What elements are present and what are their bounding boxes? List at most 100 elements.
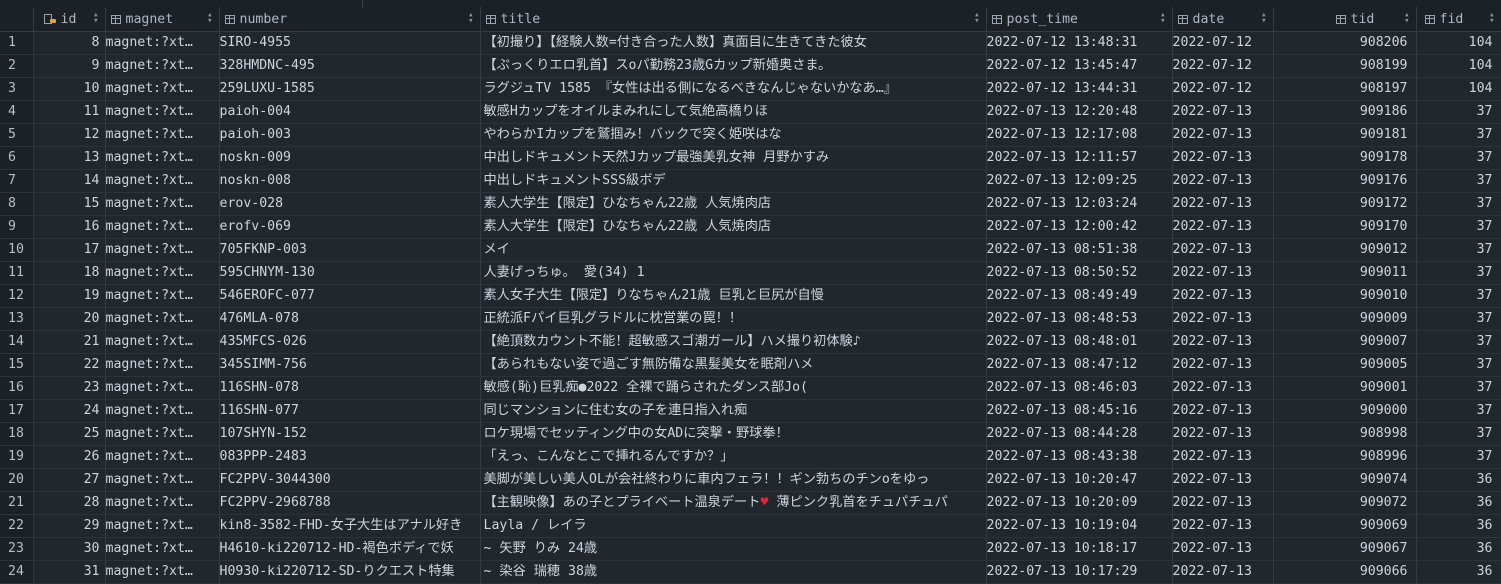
sort-toggle-icon[interactable]: ▴ ▾ xyxy=(207,11,212,26)
cell-magnet[interactable]: magnet:?xt… xyxy=(105,31,220,55)
cell-magnet[interactable]: magnet:?xt… xyxy=(105,307,220,331)
cell-number[interactable]: 116SHN-078 xyxy=(219,376,481,400)
cell-id[interactable]: 26 xyxy=(33,445,106,469)
table-row[interactable]: 9 16 magnet:?xt… erofv-069 素人大学生【限定】ひなちゃん22歳… xyxy=(0,215,1501,239)
column-header-title[interactable]: title ▴ ▾ xyxy=(480,7,987,32)
cell-fid[interactable]: 37 xyxy=(1416,376,1501,400)
cell-tid[interactable]: 909005 xyxy=(1273,353,1417,377)
sort-toggle-icon[interactable]: ▴ ▾ xyxy=(1261,11,1266,26)
table-row[interactable]: 3 10 magnet:?xt… 259LUXU-1585 ラグジュTV 1585 『女… xyxy=(0,77,1501,101)
cell-date[interactable]: 2022-07-13 xyxy=(1172,422,1274,446)
cell-fid[interactable]: 36 xyxy=(1416,560,1501,584)
cell-number[interactable]: FC2PPV-2968788 xyxy=(219,491,481,515)
cell-title[interactable]: 【初撮り】【経験人数=付き合った人数】真面目に生きてきた彼女 xyxy=(480,31,987,55)
cell-magnet[interactable]: magnet:?xt… xyxy=(105,468,220,492)
cell-tid[interactable]: 909007 xyxy=(1273,330,1417,354)
cell-fid[interactable]: 37 xyxy=(1416,215,1501,239)
cell-id[interactable]: 12 xyxy=(33,123,106,147)
table-row[interactable]: 4 11 magnet:?xt… paioh-004 敏感Hカップをオイルまみれにして気… xyxy=(0,100,1501,124)
cell-post-time[interactable]: 2022-07-13 10:18:17 xyxy=(986,537,1173,561)
cell-magnet[interactable]: magnet:?xt… xyxy=(105,537,220,561)
cell-id[interactable]: 13 xyxy=(33,146,106,170)
cell-title[interactable]: 素人女子大生【限定】りなちゃん21歳 巨乳と巨尻が自慢 xyxy=(480,284,987,308)
cell-id[interactable]: 10 xyxy=(33,77,106,101)
cell-magnet[interactable]: magnet:?xt… xyxy=(105,261,220,285)
cell-fid[interactable]: 37 xyxy=(1416,399,1501,423)
cell-id[interactable]: 23 xyxy=(33,376,106,400)
sort-toggle-icon[interactable]: ▴ ▾ xyxy=(1404,11,1409,26)
cell-tid[interactable]: 909072 xyxy=(1273,491,1417,515)
table-row[interactable]: 11 18 magnet:?xt… 595CHNYM-130 人妻げっちゅ。 愛(34)… xyxy=(0,261,1501,285)
cell-fid[interactable]: 37 xyxy=(1416,330,1501,354)
table-row[interactable]: 5 12 magnet:?xt… paioh-003 やわらかIカップを鷲掴み！バックで… xyxy=(0,123,1501,147)
cell-post-time[interactable]: 2022-07-13 08:47:12 xyxy=(986,353,1173,377)
cell-date[interactable]: 2022-07-12 xyxy=(1172,31,1274,55)
cell-title[interactable]: やわらかIカップを鷲掴み！バックで突く姫咲はな xyxy=(480,123,987,147)
cell-date[interactable]: 2022-07-13 xyxy=(1172,238,1274,262)
cell-number[interactable]: H4610-ki220712-HD-褐色ボディで妖 xyxy=(219,537,481,561)
cell-post-time[interactable]: 2022-07-13 08:45:16 xyxy=(986,399,1173,423)
table-row[interactable]: 2 9 magnet:?xt… 328HMDNC-495 【ぷっくりエロ乳首】スoパ勤務… xyxy=(0,54,1501,78)
cell-title[interactable]: 【あられもない姿で過ごす無防備な黒髪美女を眠剤ハメ xyxy=(480,353,987,377)
cell-post-time[interactable]: 2022-07-13 10:19:04 xyxy=(986,514,1173,538)
table-row[interactable]: 7 14 magnet:?xt… noskn-008 中出しドキュメントSSS級ボデ 20… xyxy=(0,169,1501,193)
cell-fid[interactable]: 37 xyxy=(1416,146,1501,170)
cell-date[interactable]: 2022-07-13 xyxy=(1172,537,1274,561)
cell-fid[interactable]: 36 xyxy=(1416,491,1501,515)
cell-magnet[interactable]: magnet:?xt… xyxy=(105,376,220,400)
cell-id[interactable]: 22 xyxy=(33,353,106,377)
cell-magnet[interactable]: magnet:?xt… xyxy=(105,77,220,101)
cell-date[interactable]: 2022-07-13 xyxy=(1172,307,1274,331)
sort-toggle-icon[interactable]: ▴ ▾ xyxy=(93,11,98,26)
cell-fid[interactable]: 37 xyxy=(1416,123,1501,147)
table-row[interactable]: 6 13 magnet:?xt… noskn-009 中出しドキュメント天然Jカップ最強… xyxy=(0,146,1501,170)
cell-id[interactable]: 14 xyxy=(33,169,106,193)
cell-post-time[interactable]: 2022-07-13 08:49:49 xyxy=(986,284,1173,308)
cell-number[interactable]: 546EROFC-077 xyxy=(219,284,481,308)
cell-post-time[interactable]: 2022-07-13 08:50:52 xyxy=(986,261,1173,285)
cell-date[interactable]: 2022-07-13 xyxy=(1172,261,1274,285)
cell-magnet[interactable]: magnet:?xt… xyxy=(105,100,220,124)
cell-tid[interactable]: 908998 xyxy=(1273,422,1417,446)
cell-number[interactable]: paioh-004 xyxy=(219,100,481,124)
cell-fid[interactable]: 37 xyxy=(1416,100,1501,124)
cell-post-time[interactable]: 2022-07-12 13:48:31 xyxy=(986,31,1173,55)
cell-number[interactable]: 259LUXU-1585 xyxy=(219,77,481,101)
cell-id[interactable]: 29 xyxy=(33,514,106,538)
table-row[interactable]: 13 20 magnet:?xt… 476MLA-078 正統派Fパイ巨乳グラドルに枕営… xyxy=(0,307,1501,331)
cell-magnet[interactable]: magnet:?xt… xyxy=(105,146,220,170)
cell-tid[interactable]: 908996 xyxy=(1273,445,1417,469)
sort-toggle-icon[interactable]: ▴ ▾ xyxy=(974,11,979,26)
cell-fid[interactable]: 36 xyxy=(1416,468,1501,492)
cell-title[interactable]: 正統派Fパイ巨乳グラドルに枕営業の罠！！ xyxy=(480,307,987,331)
cell-date[interactable]: 2022-07-13 xyxy=(1172,146,1274,170)
column-header-number[interactable]: number ▴ ▾ xyxy=(219,7,481,32)
table-row[interactable]: 12 19 magnet:?xt… 546EROFC-077 素人女子大生【限定】りなち… xyxy=(0,284,1501,308)
cell-tid[interactable]: 908197 xyxy=(1273,77,1417,101)
cell-post-time[interactable]: 2022-07-13 12:11:57 xyxy=(986,146,1173,170)
cell-post-time[interactable]: 2022-07-13 08:44:28 xyxy=(986,422,1173,446)
cell-fid[interactable]: 104 xyxy=(1416,54,1501,78)
cell-tid[interactable]: 908199 xyxy=(1273,54,1417,78)
cell-post-time[interactable]: 2022-07-13 12:17:08 xyxy=(986,123,1173,147)
table-row[interactable]: 19 26 magnet:?xt… 083PPP-2483 「えっ、こんなとこで挿れるん… xyxy=(0,445,1501,469)
cell-magnet[interactable]: magnet:?xt… xyxy=(105,422,220,446)
cell-date[interactable]: 2022-07-13 xyxy=(1172,284,1274,308)
cell-title[interactable]: 敏感(恥)巨乳痴●2022 全裸で踊らされたダンス部Jo( xyxy=(480,376,987,400)
cell-tid[interactable]: 909074 xyxy=(1273,468,1417,492)
cell-date[interactable]: 2022-07-13 xyxy=(1172,468,1274,492)
cell-tid[interactable]: 909011 xyxy=(1273,261,1417,285)
cell-id[interactable]: 31 xyxy=(33,560,106,584)
cell-tid[interactable]: 909067 xyxy=(1273,537,1417,561)
cell-number[interactable]: 328HMDNC-495 xyxy=(219,54,481,78)
cell-id[interactable]: 20 xyxy=(33,307,106,331)
cell-magnet[interactable]: magnet:?xt… xyxy=(105,330,220,354)
table-row[interactable]: 24 31 magnet:?xt… H0930-ki220712-SD-りクエスト特集… xyxy=(0,560,1501,584)
cell-number[interactable]: erofv-069 xyxy=(219,215,481,239)
cell-title[interactable]: 敏感Hカップをオイルまみれにして気絶高橋りほ xyxy=(480,100,987,124)
cell-id[interactable]: 11 xyxy=(33,100,106,124)
cell-post-time[interactable]: 2022-07-13 08:43:38 xyxy=(986,445,1173,469)
cell-date[interactable]: 2022-07-13 xyxy=(1172,514,1274,538)
cell-post-time[interactable]: 2022-07-13 08:48:01 xyxy=(986,330,1173,354)
cell-date[interactable]: 2022-07-13 xyxy=(1172,445,1274,469)
